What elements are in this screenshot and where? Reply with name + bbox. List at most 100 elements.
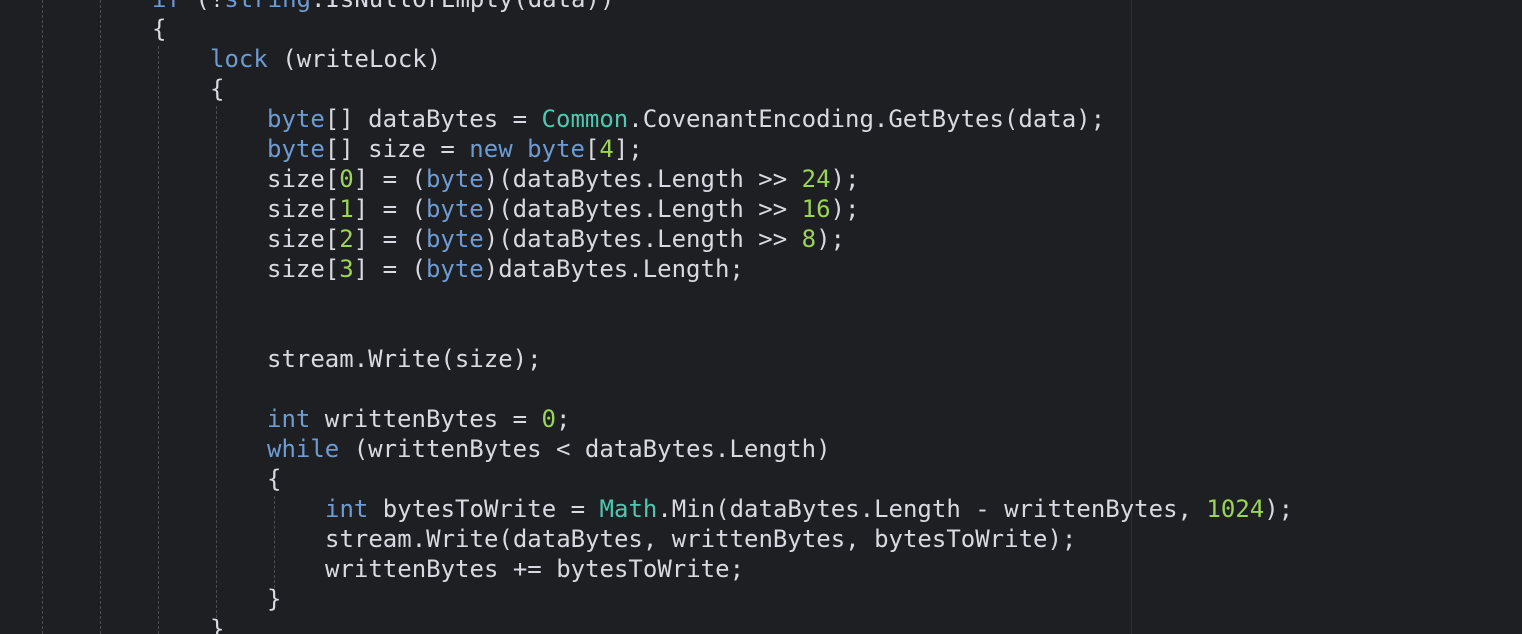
- code-token: 0: [339, 165, 354, 193]
- code-token: ] = (: [353, 165, 426, 193]
- code-token: writtenBytes =: [310, 405, 542, 433]
- code-token: size[: [267, 195, 340, 223]
- code-token: 2: [339, 225, 354, 253]
- code-editor[interactable]: if (!string.IsNullOrEmpty(data)){lock (w…: [0, 0, 1522, 634]
- code-line-content: {: [210, 74, 224, 104]
- code-token: size[: [267, 225, 340, 253]
- code-token: bytesToWrite =: [368, 495, 600, 523]
- code-token: 3: [339, 255, 354, 283]
- code-line-content: int bytesToWrite = Math.Min(dataBytes.Le…: [325, 494, 1293, 524]
- code-token: );: [1264, 495, 1294, 523]
- code-token: [] dataBytes =: [324, 105, 542, 133]
- code-token: .IsNullOrEmpty(data)): [311, 0, 614, 13]
- code-line[interactable]: [0, 284, 1522, 314]
- code-token: );: [830, 195, 860, 223]
- code-line[interactable]: while (writtenBytes < dataBytes.Length): [0, 434, 1522, 464]
- code-line[interactable]: stream.Write(size);: [0, 344, 1522, 374]
- code-line-content: int writtenBytes = 0;: [267, 404, 570, 434]
- code-token: byte: [425, 225, 484, 253]
- code-token: ] = (: [353, 195, 426, 223]
- code-line[interactable]: {: [0, 464, 1522, 494]
- code-token: [: [584, 135, 600, 163]
- code-token: stream.Write(size);: [267, 345, 542, 373]
- code-token: byte: [267, 135, 325, 163]
- code-token: 8: [801, 225, 817, 253]
- code-token: while: [267, 435, 340, 463]
- code-line[interactable]: int writtenBytes = 0;: [0, 404, 1522, 434]
- code-line-content: size[0] = (byte)(dataBytes.Length >> 24)…: [267, 164, 859, 194]
- code-token: }: [210, 615, 225, 634]
- code-line[interactable]: {: [0, 14, 1522, 44]
- code-line-content: byte[] dataBytes = Common.CovenantEncodi…: [267, 104, 1105, 134]
- code-line[interactable]: {: [0, 74, 1522, 104]
- code-token: int: [267, 405, 311, 433]
- code-area[interactable]: if (!string.IsNullOrEmpty(data)){lock (w…: [0, 0, 1522, 634]
- code-token: byte: [425, 165, 484, 193]
- code-token: 1: [339, 195, 354, 223]
- code-line[interactable]: int bytesToWrite = Math.Min(dataBytes.Le…: [0, 494, 1522, 524]
- code-token: );: [830, 165, 860, 193]
- code-line-content: stream.Write(size);: [267, 344, 542, 374]
- code-token: Common: [541, 105, 629, 133]
- code-line[interactable]: size[3] = (byte)dataBytes.Length;: [0, 254, 1522, 284]
- code-token: {: [267, 465, 282, 493]
- code-line[interactable]: [0, 314, 1522, 344]
- code-line-content: while (writtenBytes < dataBytes.Length): [267, 434, 831, 464]
- code-line[interactable]: size[2] = (byte)(dataBytes.Length >> 8);: [0, 224, 1522, 254]
- code-line[interactable]: }: [0, 584, 1522, 614]
- code-token: new: [469, 135, 513, 163]
- code-token: stream.Write(dataBytes, writtenBytes, by…: [325, 525, 1077, 553]
- code-token: if: [152, 0, 181, 13]
- code-token: int: [325, 495, 369, 523]
- code-token: )(dataBytes.Length >>: [483, 225, 802, 253]
- code-token: [] size =: [324, 135, 470, 163]
- code-line-content: }: [267, 584, 281, 614]
- code-line[interactable]: stream.Write(dataBytes, writtenBytes, by…: [0, 524, 1522, 554]
- code-line-content: size[2] = (byte)(dataBytes.Length >> 8);: [267, 224, 845, 254]
- code-token: );: [816, 225, 845, 253]
- code-token: size[: [267, 165, 340, 193]
- code-token: byte: [527, 135, 585, 163]
- code-line[interactable]: size[1] = (byte)(dataBytes.Length >> 16)…: [0, 194, 1522, 224]
- code-token: ;: [556, 405, 571, 433]
- code-token: (writeLock): [267, 45, 442, 73]
- code-token: lock: [210, 45, 268, 73]
- code-line-content: size[3] = (byte)dataBytes.Length;: [267, 254, 744, 284]
- code-token: {: [152, 15, 167, 43]
- code-token: byte: [267, 105, 325, 133]
- code-line-content: byte[] size = new byte[4];: [267, 134, 643, 164]
- code-token: (writtenBytes < dataBytes.Length): [339, 435, 831, 463]
- code-token: size[: [267, 255, 340, 283]
- code-line[interactable]: lock (writeLock): [0, 44, 1522, 74]
- code-line[interactable]: writtenBytes += bytesToWrite;: [0, 554, 1522, 584]
- code-token: 24: [801, 165, 831, 193]
- code-token: writtenBytes += bytesToWrite;: [325, 555, 745, 583]
- code-token: 1024: [1206, 495, 1265, 523]
- code-token: byte: [425, 255, 484, 283]
- code-token: ] = (: [353, 225, 426, 253]
- code-token: Math: [599, 495, 658, 523]
- code-line-content: }: [210, 614, 224, 634]
- code-line[interactable]: [0, 374, 1522, 404]
- code-token: (!: [181, 0, 224, 13]
- code-line-content: writtenBytes += bytesToWrite;: [325, 554, 744, 584]
- code-token: {: [210, 75, 225, 103]
- code-token: )(dataBytes.Length >>: [483, 165, 802, 193]
- code-token: ] = (: [353, 255, 426, 283]
- code-line[interactable]: size[0] = (byte)(dataBytes.Length >> 24)…: [0, 164, 1522, 194]
- code-line-content: {: [152, 14, 166, 44]
- code-token: ];: [613, 135, 643, 163]
- code-line-content: size[1] = (byte)(dataBytes.Length >> 16)…: [267, 194, 859, 224]
- code-token: 0: [541, 405, 556, 433]
- code-line[interactable]: }: [0, 614, 1522, 634]
- code-line[interactable]: if (!string.IsNullOrEmpty(data)): [0, 0, 1522, 14]
- code-line[interactable]: byte[] dataBytes = Common.CovenantEncodi…: [0, 104, 1522, 134]
- code-line[interactable]: byte[] size = new byte[4];: [0, 134, 1522, 164]
- code-line-content: lock (writeLock): [210, 44, 441, 74]
- code-token: byte: [425, 195, 484, 223]
- code-token: .CovenantEncoding.GetBytes(data);: [628, 105, 1106, 133]
- code-token: 4: [599, 135, 614, 163]
- code-token: 16: [801, 195, 831, 223]
- code-line-content: stream.Write(dataBytes, writtenBytes, by…: [325, 524, 1076, 554]
